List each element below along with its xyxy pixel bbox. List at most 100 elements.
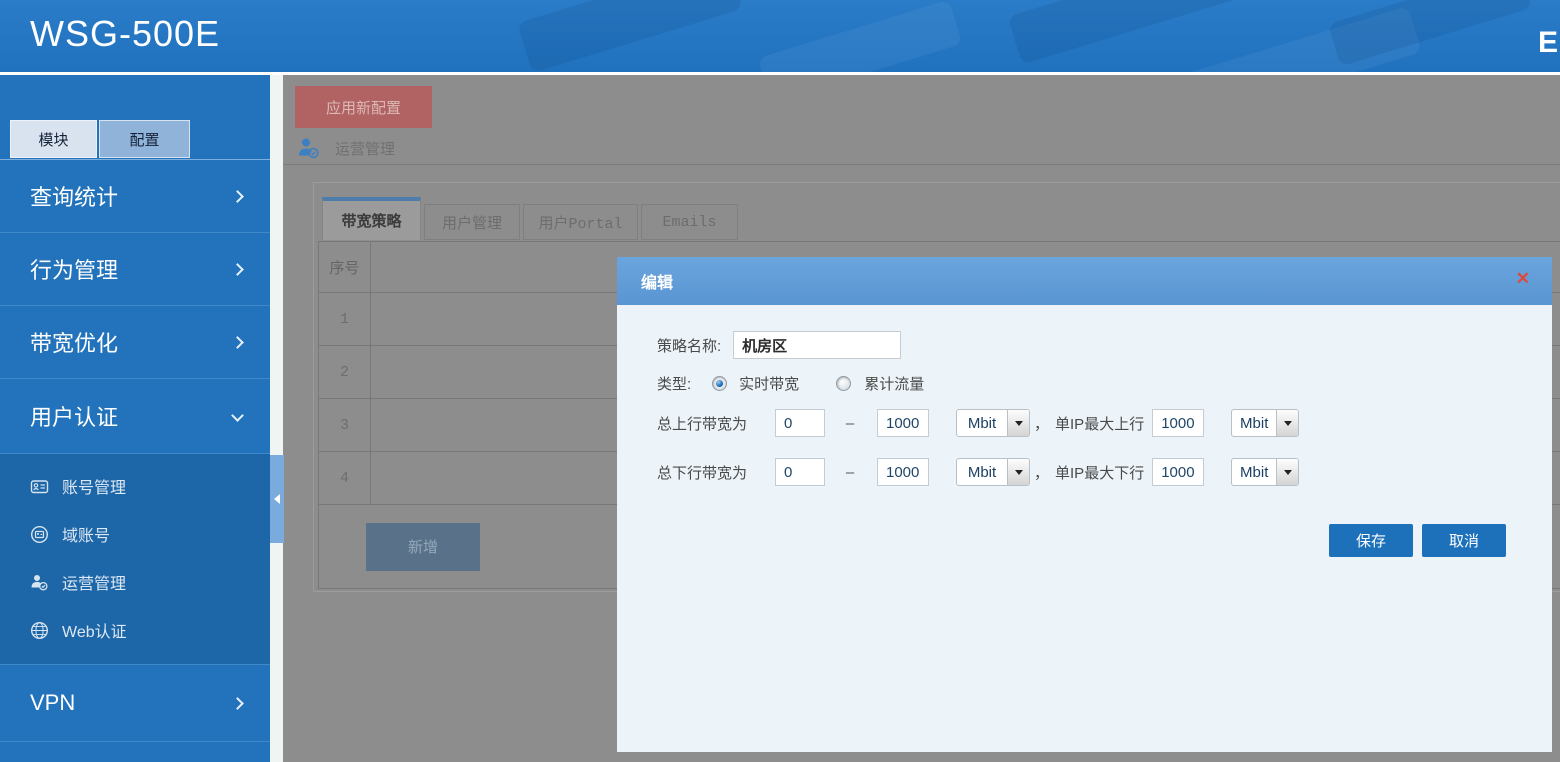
ip-upload-unit-select[interactable]: Mbit [1231,409,1299,437]
row-index: 2 [319,346,371,398]
tab-emails[interactable]: Emails [641,204,738,240]
ip-max-download-label: 单IP最大下行 [1055,462,1144,483]
menu-label: 查询统计 [30,180,118,212]
select-value: Mbit [957,459,1007,485]
tab-user-mgmt[interactable]: 用户管理 [424,204,520,240]
cancel-button[interactable]: 取消 [1422,524,1506,557]
header-corner-text: E [1538,26,1558,60]
download-bandwidth-label: 总下行带宽为 [657,462,775,483]
app-logo: WSG-500E [30,13,220,55]
tab-config[interactable]: 配置 [99,120,190,158]
menu-label: 带宽优化 [30,326,118,358]
sidebar-mode-tabs: 模块 配置 [10,120,190,158]
type-row: 类型: 实时带宽 累计流量 [657,372,924,394]
app-root: WSG-500E E 模块 配置 查询统计 行为管理 带宽优化 用户认证 [0,0,1560,762]
comma-separator: ， [1034,413,1049,434]
keyboard-decoration [758,0,963,75]
column-header: 序号 [319,242,371,292]
download-unit-select[interactable]: Mbit [956,458,1030,486]
sidebar-item-operation-mgmt[interactable]: 运营管理 [0,558,270,606]
dropdown-arrow-icon[interactable] [1007,459,1029,485]
upload-bandwidth-label: 总上行带宽为 [657,413,775,434]
ip-download-unit-select[interactable]: Mbit [1231,458,1299,486]
tab-bandwidth-policy[interactable]: 带宽策略 [322,197,421,240]
globe-icon [30,621,49,640]
radio-realtime-bandwidth[interactable] [712,376,727,391]
keyboard-decoration [517,0,743,73]
user-check-icon [297,137,321,159]
app-header: WSG-500E E [0,0,1560,75]
domain-account-icon [30,525,49,544]
chevron-down-icon [231,409,244,422]
radio-accumulated-traffic[interactable] [836,376,851,391]
chevron-right-icon [231,336,244,349]
keyboard-decoration [1008,0,1243,65]
tab-bar: 带宽策略 用户管理 用户Portal Emails [322,196,1560,240]
tab-user-portal[interactable]: 用户Portal [523,204,638,240]
sidebar-item-account-mgmt[interactable]: 账号管理 [0,462,270,510]
dropdown-arrow-icon[interactable] [1276,459,1298,485]
operator-icon [30,573,49,592]
sidebar-item-domain-account[interactable]: 域账号 [0,510,270,558]
sidebar-gap [270,75,283,762]
menu-label: 行为管理 [30,253,118,285]
upload-min-input[interactable] [775,409,825,437]
dialog-title: 编辑 [641,269,673,293]
dialog-body: 策略名称: 类型: 实时带宽 累计流量 总上行带宽为 – Mbit ， [617,305,1552,752]
collapse-left-icon [274,494,280,504]
keyboard-decoration [1328,0,1532,66]
add-button[interactable]: 新增 [366,523,480,571]
radio-accumulated-label: 累计流量 [864,373,924,394]
sidebar-item-vpn[interactable]: VPN [0,665,270,742]
upload-bandwidth-row: 总上行带宽为 – Mbit ， 单IP最大上行 Mbit [657,408,1299,438]
chevron-right-icon [231,190,244,203]
sidebar-item-web-auth[interactable]: Web认证 [0,606,270,654]
range-dash: – [843,464,857,481]
download-min-input[interactable] [775,458,825,486]
sidebar-item-behavior-mgmt[interactable]: 行为管理 [0,233,270,306]
save-button[interactable]: 保存 [1329,524,1413,557]
ip-max-upload-label: 单IP最大上行 [1055,413,1144,434]
id-card-icon [30,477,49,496]
divider [283,164,1560,165]
breadcrumb: 运营管理 [297,137,395,159]
dropdown-arrow-icon[interactable] [1007,410,1029,436]
upload-max-input[interactable] [877,409,929,437]
sidebar-submenu: 账号管理 域账号 [0,454,270,665]
sidebar-item-user-auth[interactable]: 用户认证 [0,379,270,454]
ip-max-upload-input[interactable] [1152,409,1204,437]
submenu-label: Web认证 [62,618,127,642]
range-dash: – [843,415,857,432]
submenu-label: 运营管理 [62,570,126,594]
close-icon[interactable]: ✕ [1516,270,1530,287]
sidebar: 模块 配置 查询统计 行为管理 带宽优化 用户认证 [0,75,270,762]
select-value: Mbit [957,410,1007,436]
download-max-input[interactable] [877,458,929,486]
sidebar-item-query-stats[interactable]: 查询统计 [0,160,270,233]
download-bandwidth-row: 总下行带宽为 – Mbit ， 单IP最大下行 Mbit [657,457,1299,487]
select-value: Mbit [1232,459,1276,485]
breadcrumb-label: 运营管理 [335,138,395,159]
policy-name-label: 策略名称: [657,335,721,356]
menu-label: 用户认证 [30,400,118,432]
apply-config-button[interactable]: 应用新配置 [295,86,432,128]
select-value: Mbit [1232,410,1276,436]
submenu-label: 域账号 [62,522,110,546]
sidebar-collapse-handle[interactable] [270,455,284,543]
type-label: 类型: [657,373,691,394]
dropdown-arrow-icon[interactable] [1276,410,1298,436]
submenu-label: 账号管理 [62,474,126,498]
sidebar-item-other[interactable]: 其他 [0,742,270,762]
policy-name-input[interactable] [733,331,901,359]
dialog-header: 编辑 ✕ [617,257,1552,305]
ip-max-download-input[interactable] [1152,458,1204,486]
sidebar-item-bandwidth-opt[interactable]: 带宽优化 [0,306,270,379]
tab-module[interactable]: 模块 [10,120,97,158]
radio-realtime-label: 实时带宽 [739,373,799,394]
row-index: 1 [319,293,371,345]
row-index: 3 [319,399,371,451]
chevron-right-icon [231,263,244,276]
upload-unit-select[interactable]: Mbit [956,409,1030,437]
menu-label: VPN [30,690,75,716]
chevron-right-icon [231,697,244,710]
